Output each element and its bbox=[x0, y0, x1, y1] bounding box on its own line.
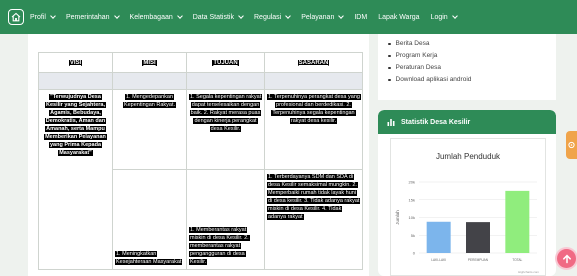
sidebar-link-label: Program Kerja bbox=[395, 52, 438, 59]
bullet-icon bbox=[388, 42, 391, 46]
gear-icon bbox=[568, 141, 575, 149]
chevron-down-icon bbox=[338, 12, 345, 19]
sidebar-link-label: Berita Desa bbox=[395, 40, 430, 47]
visi-cell: "Terwujudnya Desa Kesilir yang Sejahtera… bbox=[38, 89, 113, 270]
floating-side-tab[interactable] bbox=[566, 131, 577, 159]
statistik-widget-title: Statistik Desa Kesilir bbox=[401, 118, 471, 126]
home-button[interactable] bbox=[8, 9, 24, 25]
column-header-tujuan: TUJUAN bbox=[186, 52, 265, 73]
y-tick-label: 20k bbox=[409, 180, 415, 185]
chart-title: Jumlah Penduduk bbox=[436, 152, 501, 161]
nav-item-label: Profil bbox=[30, 13, 46, 21]
chevron-down-icon bbox=[285, 12, 292, 19]
main-navbar: Profil Pemerintahan Kelembagaan Data Sta… bbox=[0, 0, 577, 34]
nav-item-label: Data Statistik bbox=[192, 13, 234, 21]
bullet-icon bbox=[388, 66, 391, 70]
nav-item-idm[interactable]: IDM bbox=[354, 14, 367, 21]
x-tick-label: TOTAL bbox=[512, 258, 522, 262]
x-tick-label: LAKI-LAKI bbox=[431, 258, 446, 262]
sidebar-link-berita-desa[interactable]: Berita Desa bbox=[388, 38, 556, 50]
main-content-card: VISI MISI TUJUAN SASARAN "Terwujudnya De… bbox=[28, 34, 369, 276]
bar-perempuan bbox=[466, 222, 490, 253]
nav-item-pemerintahan[interactable]: Pemerintahan bbox=[65, 12, 120, 21]
home-icon bbox=[11, 12, 21, 22]
nav-item-label: Pelayanan bbox=[301, 13, 335, 21]
population-chart-svg: Jumlah Penduduk 0 5k 10k 15k 20k Jumlah LAKI-LA… bbox=[395, 152, 539, 274]
column-header-sasaran: SASARAN bbox=[264, 52, 363, 73]
chevron-down-icon bbox=[238, 12, 244, 19]
sidebar-link-label: Download aplikasi android bbox=[395, 76, 472, 83]
misi-cell: 1. Mengedepankan Kepentingan Rakyat. bbox=[112, 89, 187, 170]
bullet-icon bbox=[388, 54, 391, 58]
bar-total bbox=[505, 190, 530, 253]
sasaran-cell: 1. Terberdayanya SDM dan SDA di desa Kes… bbox=[264, 169, 363, 270]
arrow-up-icon bbox=[562, 254, 571, 263]
x-tick-label: PEREMPUAN bbox=[468, 258, 489, 262]
nav-item-label: Pemerintahan bbox=[65, 13, 110, 21]
table-row: "Terwujudnya Desa Kesilir yang Sejahtera… bbox=[38, 89, 363, 270]
chevron-down-icon bbox=[113, 12, 120, 19]
nav-item-lapak-warga[interactable]: Lapak Warga bbox=[378, 14, 419, 21]
nav-item-kelembagaan[interactable]: Kelembagaan bbox=[129, 12, 183, 21]
nav-item-regulasi[interactable]: Regulasi bbox=[254, 12, 292, 21]
column-header-misi: MISI bbox=[112, 52, 187, 73]
bar-chart-icon bbox=[387, 119, 395, 126]
nav-item-login[interactable]: Login bbox=[430, 12, 458, 21]
table-spacer-row bbox=[38, 72, 363, 90]
nav-item-label: IDM bbox=[354, 13, 368, 21]
chart-credit: Highcharts.com bbox=[518, 270, 539, 274]
statistik-widget: Statistik Desa Kesilir Jumlah Penduduk 0 5… bbox=[378, 110, 556, 276]
sasaran-cell: 1. Terpenuhinya perangkat desa yang prof… bbox=[264, 89, 363, 170]
y-tick-label: 0 bbox=[413, 251, 416, 256]
sidebar-link-peraturan-desa[interactable]: Peraturan Desa bbox=[388, 62, 556, 74]
y-axis-label: Jumlah bbox=[395, 210, 400, 225]
column-header-visi: VISI bbox=[38, 52, 113, 73]
visi-misi-table: VISI MISI TUJUAN SASARAN "Terwujudnya De… bbox=[38, 52, 363, 270]
chevron-down-icon bbox=[50, 12, 56, 19]
chevron-down-icon bbox=[451, 12, 458, 19]
sidebar-link-label: Peraturan Desa bbox=[395, 64, 442, 71]
nav-item-label: Kelembagaan bbox=[129, 13, 173, 21]
nav-item-label: Lapak Warga bbox=[378, 13, 420, 21]
tujuan-cell: 1. Segala kepentingan rakyat dapat terse… bbox=[186, 89, 265, 170]
bullet-icon bbox=[388, 78, 391, 82]
nav-item-data-statistik[interactable]: Data Statistik bbox=[192, 12, 244, 21]
chevron-down-icon bbox=[176, 12, 183, 19]
sidebar-link-download-android[interactable]: Download aplikasi android bbox=[388, 74, 556, 86]
sidebar-link-list: Berita Desa Program Kerja Peraturan Desa… bbox=[378, 34, 556, 100]
nav-item-label: Regulasi bbox=[254, 13, 282, 21]
nav-item-profil[interactable]: Profil bbox=[30, 12, 56, 21]
misi-cell: 1. Meningkatkan Kesejahteraan Masyarakat bbox=[112, 169, 187, 270]
nav-item-label: Login bbox=[430, 13, 448, 21]
statistik-widget-header[interactable]: Statistik Desa Kesilir bbox=[378, 110, 556, 134]
nav-item-pelayanan[interactable]: Pelayanan bbox=[301, 12, 345, 21]
y-tick-label: 10k bbox=[409, 215, 415, 220]
bar-laki-laki bbox=[426, 221, 451, 253]
y-tick-label: 15k bbox=[409, 197, 415, 202]
y-tick-label: 5k bbox=[411, 233, 415, 238]
population-chart: Jumlah Penduduk 0 5k 10k 15k 20k Jumlah LAKI-LA… bbox=[390, 138, 546, 276]
table-header-row: VISI MISI TUJUAN SASARAN bbox=[38, 52, 363, 73]
sidebar-link-program-kerja[interactable]: Program Kerja bbox=[388, 50, 556, 62]
scroll-to-top-button[interactable] bbox=[557, 249, 576, 268]
tujuan-cell: 1. Memberantas rakyat miskin di desa Kes… bbox=[186, 169, 265, 270]
